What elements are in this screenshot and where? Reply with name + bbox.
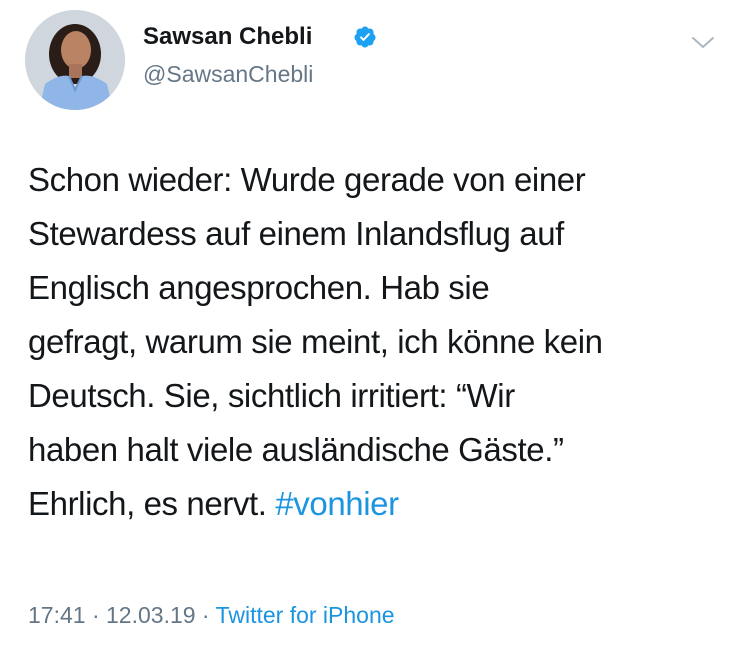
verified-badge-icon: [354, 26, 376, 48]
hashtag-link[interactable]: #vonhier: [275, 485, 399, 522]
chevron-down-icon[interactable]: [690, 34, 716, 52]
author-handle[interactable]: @SawsanChebli: [143, 60, 313, 88]
tweet-text-line: Schon wieder: Wurde gerade von einer: [28, 161, 586, 198]
avatar[interactable]: [25, 10, 125, 110]
tweet-time[interactable]: 17:41: [28, 602, 86, 628]
author-name[interactable]: Sawsan Chebli: [143, 22, 312, 52]
tweet-source-link[interactable]: Twitter for iPhone: [216, 602, 395, 628]
tweet-text-line: Englisch angesprochen. Hab sie: [28, 269, 490, 306]
tweet-meta: 17:41 · 12.03.19 · Twitter for iPhone: [28, 600, 395, 630]
tweet-text-line: Deutsch. Sie, sichtlich irritiert: “Wir: [28, 377, 515, 414]
tweet-text-fragment: Ehrlich, es nervt.: [28, 485, 276, 522]
tweet-date[interactable]: 12.03.19: [106, 602, 196, 628]
meta-separator: ·: [195, 602, 216, 628]
tweet-card: Sawsan Chebli @SawsanChebli Schon wieder…: [0, 0, 732, 646]
tweet-text-line: gefragt, warum sie meint, ich könne kein: [28, 323, 603, 360]
tweet-text-line: Stewardess auf einem Inlandsflug auf: [28, 215, 564, 252]
tweet-text: Schon wieder: Wurde gerade von einer Ste…: [28, 153, 718, 531]
meta-separator: ·: [85, 602, 107, 628]
tweet-text-line: haben halt viele ausländische Gäste.”: [28, 431, 564, 468]
tweet-text-line-last: Ehrlich, es nervt. #vonhier: [28, 477, 718, 531]
